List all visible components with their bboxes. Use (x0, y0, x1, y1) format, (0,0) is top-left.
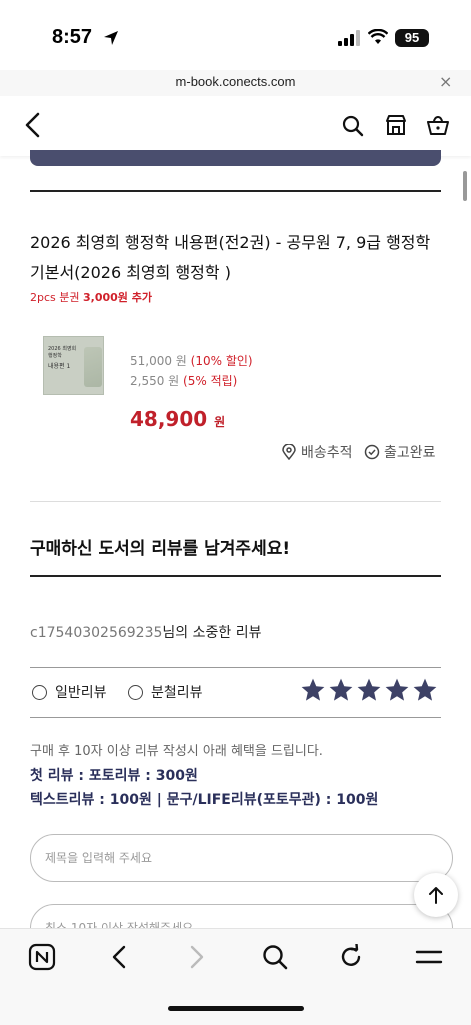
extra-option-prefix: 2pcs 분권 (30, 291, 83, 304)
final-price: 48,900 원 (130, 407, 225, 431)
reviewer-suffix: 님의 소중한 리뷰 (162, 625, 262, 641)
star-icon[interactable] (328, 677, 354, 703)
review-type-general-label: 일반리뷰 (55, 685, 107, 701)
points-amount: 2,550 원 (130, 374, 180, 388)
star-icon[interactable] (412, 677, 438, 703)
back-icon[interactable] (110, 945, 128, 969)
review-type-split-label: 분철리뷰 (151, 685, 203, 701)
discount-rate: (10% 할인) (190, 354, 253, 368)
book-cover-sub: 내용편 1 (48, 363, 71, 370)
list-price-line: 51,000 원 (10% 할인) (130, 352, 253, 369)
final-price-unit: 원 (214, 415, 226, 429)
refresh-icon[interactable] (338, 944, 364, 970)
final-price-value: 48,900 (130, 407, 208, 431)
shipped-status-label: 출고완료 (384, 445, 436, 461)
search-icon[interactable] (342, 115, 364, 137)
forward-icon[interactable] (188, 945, 206, 969)
benefit-line-second: 텍스트리뷰 : 100원 | 문구/LIFE리뷰(포토무관) : 100원 (30, 792, 379, 808)
book-cover-decoration (84, 347, 102, 387)
scrollbar[interactable] (463, 171, 467, 201)
product-title[interactable]: 2026 최영희 행정학 내용편(전2권) - 공무원 7, 9급 행정학 기본… (30, 228, 445, 288)
track-delivery-label: 배송추적 (301, 445, 353, 461)
arrow-up-icon (429, 887, 443, 904)
home-indicator (168, 1006, 304, 1011)
points-rate: (5% 적립) (183, 374, 238, 388)
points-line: 2,550 원 (5% 적립) (130, 372, 237, 389)
review-type-general-radio[interactable]: 일반리뷰 (32, 682, 107, 702)
scroll-to-top-button[interactable] (414, 873, 458, 917)
location-pin-icon (282, 444, 296, 460)
store-icon[interactable] (384, 113, 408, 137)
cellular-signal-icon (338, 30, 360, 46)
search-icon[interactable] (262, 944, 288, 970)
radio-circle-icon (32, 684, 47, 700)
book-cover-image[interactable]: 2026 최영희 행정학 내용편 1 (43, 336, 104, 395)
review-heading: 구매하신 도서의 리뷰를 남겨주세요! (30, 539, 291, 559)
benefit-note: 구매 후 10자 이상 리뷰 작성시 아래 혜택을 드립니다. (30, 744, 323, 759)
track-delivery-button[interactable]: 배송추적 (281, 442, 353, 462)
location-arrow-icon (104, 31, 118, 45)
check-circle-icon (364, 444, 380, 460)
review-type-top-divider (30, 667, 441, 668)
url-close-button[interactable]: × (439, 72, 452, 91)
action-button-bottom-edge[interactable] (30, 150, 441, 166)
review-type-bottom-divider (30, 717, 441, 718)
basket-icon[interactable] (426, 113, 450, 137)
star-rating[interactable] (300, 677, 440, 703)
extra-option-amount: 3,000원 추가 (83, 291, 152, 304)
review-title-input[interactable]: 제목을 입력해 주세요 (30, 834, 453, 882)
benefit-line-first: 첫 리뷰 : 포토리뷰 : 300원 (30, 768, 198, 784)
naver-home-icon[interactable] (28, 943, 56, 971)
reviewer-line: c17540302569235님의 소중한 리뷰 (30, 622, 261, 642)
star-icon[interactable] (356, 677, 382, 703)
review-type-split-radio[interactable]: 분철리뷰 (128, 682, 203, 702)
menu-icon[interactable] (415, 947, 443, 967)
star-icon[interactable] (384, 677, 410, 703)
star-icon[interactable] (300, 677, 326, 703)
extra-option-note: 2pcs 분권 3,000원 추가 (30, 289, 152, 305)
book-cover-title: 2026 최영희 행정학 (48, 346, 77, 359)
url-text[interactable]: m-book.conects.com (0, 74, 471, 89)
back-chevron-icon[interactable] (24, 112, 42, 138)
section-divider (30, 190, 441, 192)
reviewer-id: c17540302569235 (30, 625, 163, 641)
shipped-status: 출고완료 (364, 442, 436, 462)
battery-indicator: 95 (395, 29, 429, 47)
list-price: 51,000 원 (130, 354, 187, 368)
radio-circle-icon (128, 684, 143, 700)
section-divider-thin (30, 501, 441, 502)
wifi-icon (368, 29, 388, 44)
review-heading-divider (30, 575, 441, 577)
status-time: 8:57 (52, 26, 93, 48)
